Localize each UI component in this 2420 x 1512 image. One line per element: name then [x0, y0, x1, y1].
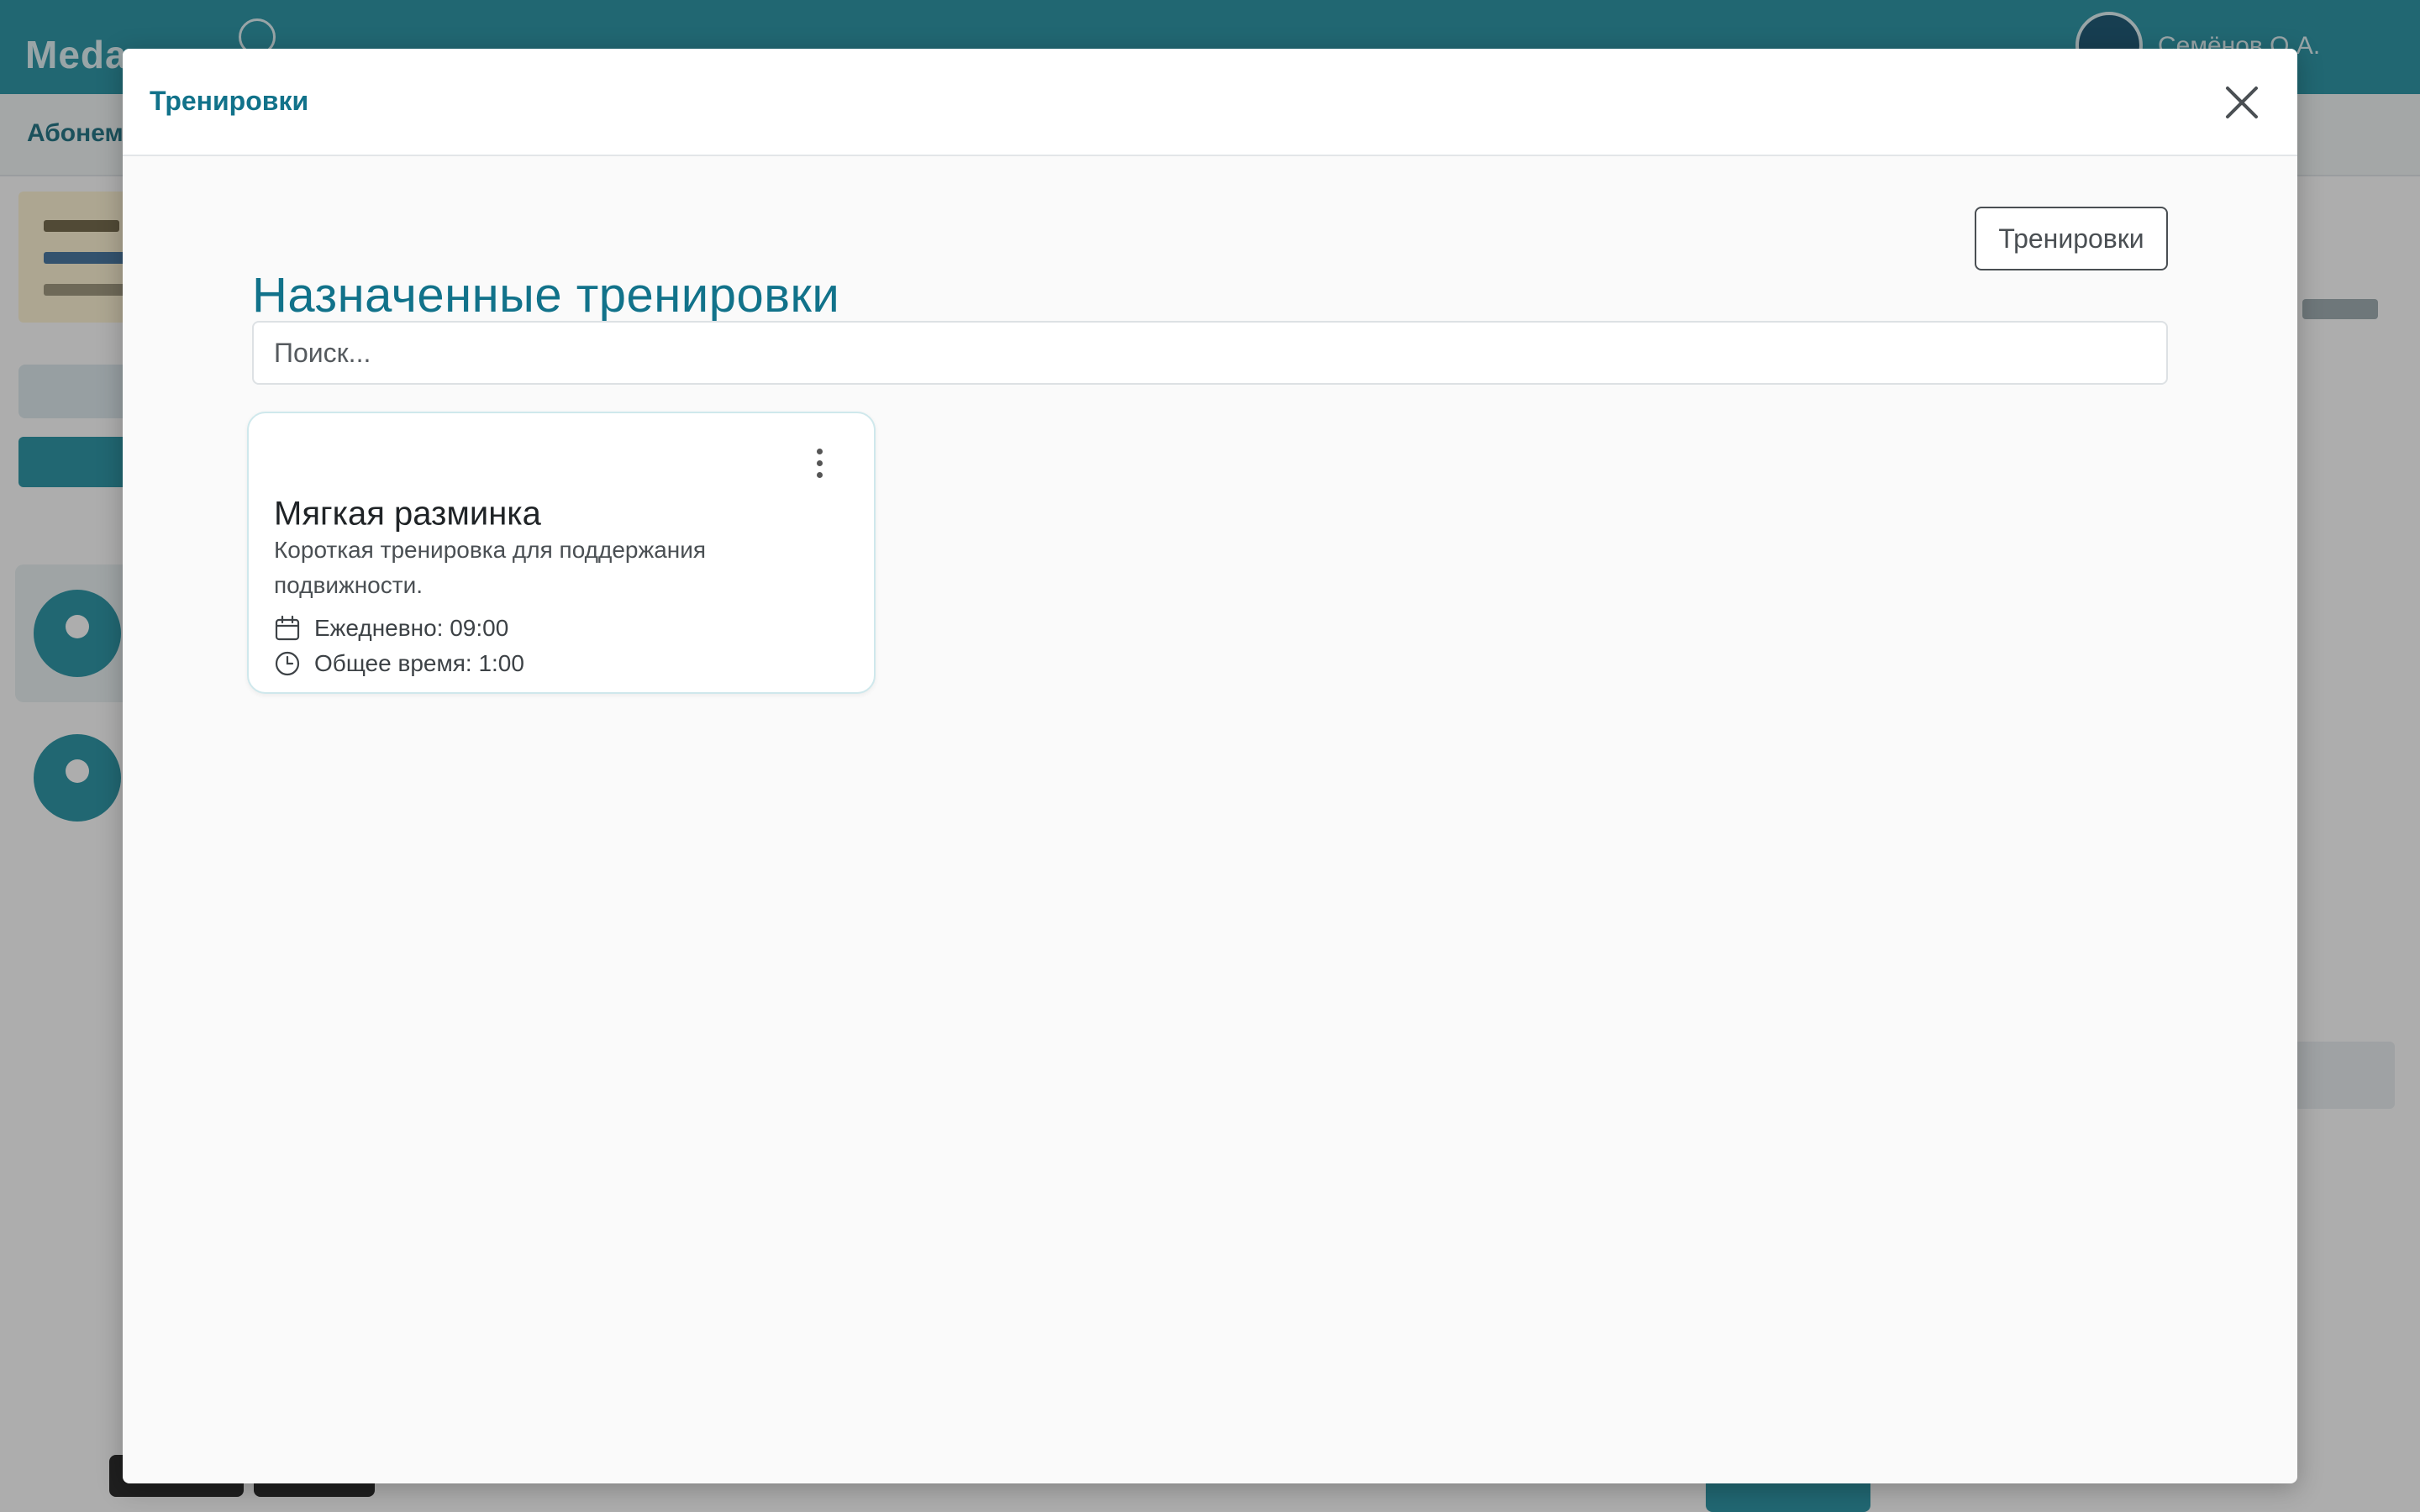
close-button[interactable]: [2220, 81, 2264, 124]
clock-icon: [275, 651, 300, 676]
trainings-button[interactable]: Тренировки: [1975, 207, 2168, 270]
training-total-time: Общее время: 1:00: [274, 647, 524, 680]
page-title: Назначенные тренировки: [252, 268, 840, 323]
trainings-modal: Тренировки Назначенные тренировки Тренир…: [123, 49, 2297, 1483]
modal-header: Тренировки: [123, 49, 2297, 156]
training-card[interactable]: Мягкая разминка Короткая тренировка для …: [247, 412, 876, 694]
training-schedule: Ежедневно: 09:00: [274, 612, 508, 645]
training-title: Мягкая разминка: [274, 495, 541, 533]
close-icon: [2226, 87, 2258, 118]
modal-title: Тренировки: [150, 86, 309, 116]
training-description: Короткая тренировка для поддержания подв…: [274, 537, 707, 598]
more-vertical-icon[interactable]: [808, 444, 832, 482]
total-time-text: Общее время: 1:00: [314, 650, 524, 676]
schedule-text: Ежедневно: 09:00: [314, 615, 509, 641]
calendar-icon: [275, 615, 300, 641]
search-input[interactable]: [252, 321, 2168, 385]
